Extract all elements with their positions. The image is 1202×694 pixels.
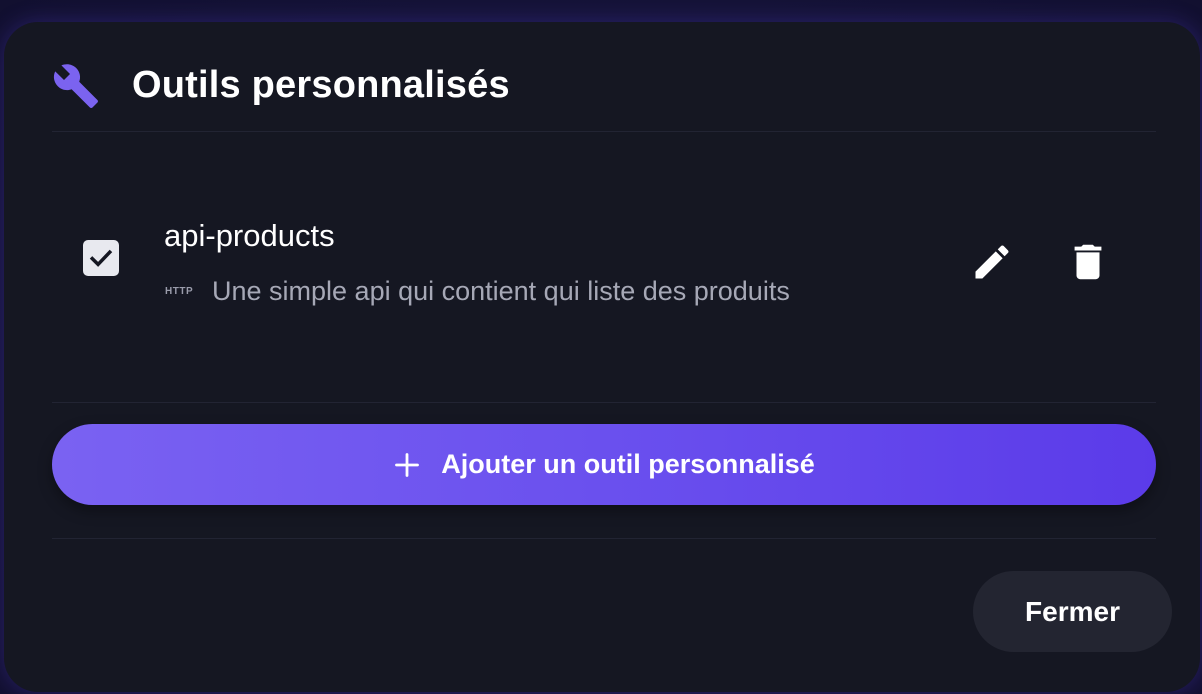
edit-tool-button[interactable] <box>968 238 1016 286</box>
tool-name: api-products <box>164 218 335 253</box>
footer-divider <box>52 538 1156 539</box>
list-divider <box>52 402 1156 403</box>
tool-enabled-checkbox[interactable] <box>83 240 119 276</box>
tool-list-item: api-products HTTP Une simple api qui con… <box>52 192 1156 322</box>
trash-icon <box>1074 244 1102 280</box>
tool-type-badge: HTTP <box>165 286 194 297</box>
dialog-header: Outils personnalisés <box>4 22 1200 132</box>
plus-icon <box>395 452 420 477</box>
close-button-label: Fermer <box>1025 595 1120 627</box>
add-custom-tool-label: Ajouter un outil personnalisé <box>441 449 815 479</box>
close-button[interactable]: Fermer <box>973 571 1172 652</box>
header-divider <box>52 131 1156 132</box>
tool-description: Une simple api qui contient qui liste de… <box>212 276 790 306</box>
dialog-title: Outils personnalisés <box>132 64 510 106</box>
add-custom-tool-button[interactable]: Ajouter un outil personnalisé <box>52 424 1156 505</box>
custom-tools-dialog: Outils personnalisés api-products HTTP U… <box>4 22 1200 692</box>
delete-tool-button[interactable] <box>1064 238 1112 286</box>
checkmark-icon <box>89 249 113 267</box>
edit-icon <box>975 245 1009 279</box>
wrench-icon <box>52 62 100 110</box>
